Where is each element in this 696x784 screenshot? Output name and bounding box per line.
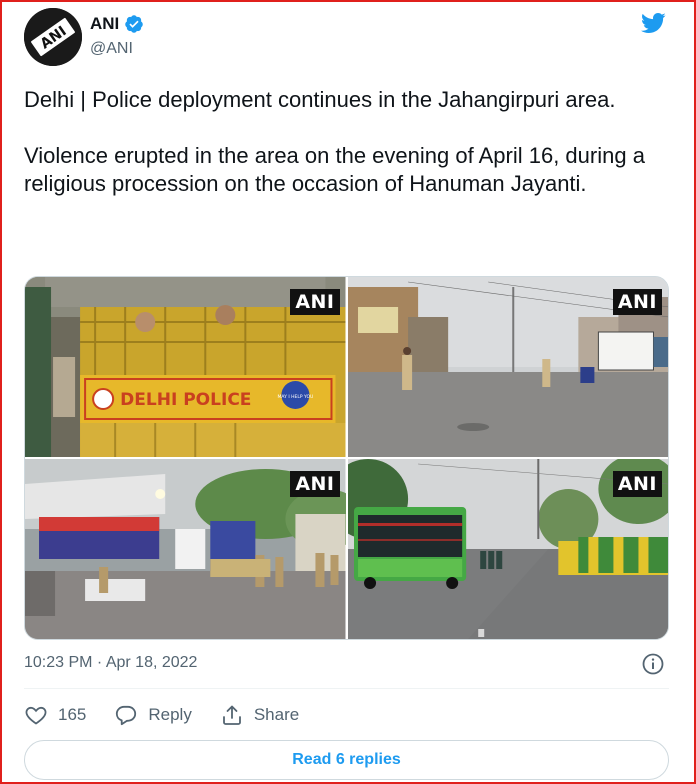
ani-watermark: ANI [612,289,662,315]
ani-logo-icon: ANI [24,8,82,66]
divider [24,688,669,689]
share-button[interactable]: Share [220,703,299,727]
name-row: ANI [90,14,144,34]
tweet-text: Delhi | Police deployment continues in t… [24,86,672,198]
reply-button[interactable]: Reply [114,703,192,727]
heart-icon [25,706,47,725]
tweet-paragraph: Delhi | Police deployment continues in t… [24,87,616,112]
ani-watermark: ANI [290,289,340,315]
verified-badge-icon [125,15,144,33]
like-count: 165 [58,705,87,724]
display-name[interactable]: ANI [90,14,119,34]
reply-icon [116,705,137,726]
photo-street[interactable]: ANI [347,277,668,457]
read-replies-button[interactable]: Read 6 replies [24,740,669,780]
share-label: Share [253,705,300,724]
barricade-text: DELHI POLICE [120,390,251,410]
avatar[interactable]: ANI [24,8,82,66]
reply-label: Reply [148,705,192,724]
info-icon[interactable] [641,652,665,676]
like-button[interactable]: 165 [24,703,86,727]
handle[interactable]: @ANI [90,40,133,58]
ani-watermark: ANI [612,471,662,497]
share-icon [222,705,241,725]
tweet-timestamp[interactable]: 10:23 PM · Apr 18, 2022 [24,654,197,672]
media-grid: DELHI POLICE MAY I HELP YOU ANI ANI ANI … [24,276,669,640]
tweet-paragraph: Violence erupted in the area on the even… [24,143,645,196]
photo-tent[interactable]: ANI [25,459,346,639]
tweet-meta: 10:23 PM · Apr 18, 2022 [24,652,669,676]
twitter-bird-icon[interactable] [638,10,668,36]
help-badge-text: MAY I HELP YOU [278,394,314,400]
photo-barricade[interactable]: DELHI POLICE MAY I HELP YOU ANI [25,277,346,457]
photo-bus[interactable]: ANI [347,459,668,639]
action-bar: 165 Reply Share [24,700,327,730]
ani-watermark: ANI [290,471,340,497]
tweet-header: ANI ANI @ANI [24,8,672,66]
